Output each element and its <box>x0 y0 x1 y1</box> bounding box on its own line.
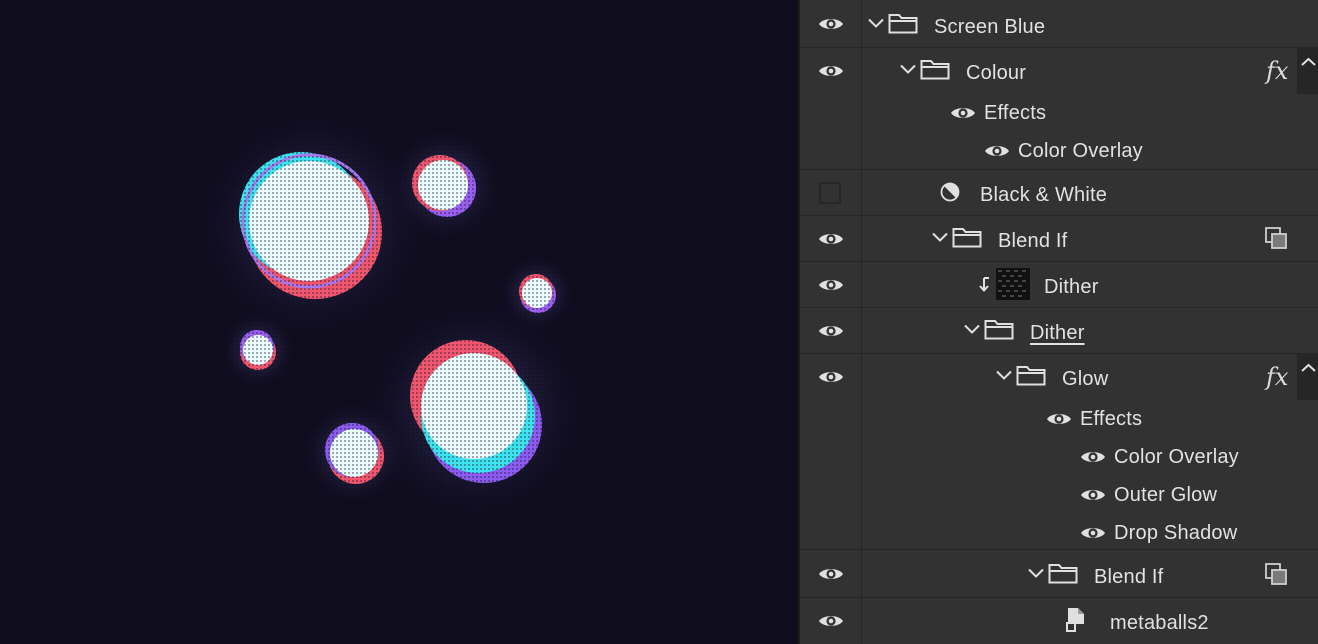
layer-name[interactable]: Dither <box>1044 275 1099 299</box>
layer-row-screen-blue[interactable]: Screen Blue <box>800 0 1318 48</box>
chevron-down-icon[interactable] <box>964 324 980 334</box>
folder-icon <box>920 58 950 80</box>
eye-icon[interactable] <box>950 105 976 121</box>
eye-icon[interactable] <box>818 16 844 32</box>
layer-row-glow[interactable]: Glow fx Effects Color Overlay Outer Glow… <box>800 354 1318 550</box>
eye-icon[interactable] <box>818 566 844 582</box>
eye-icon[interactable] <box>818 63 844 79</box>
eye-icon[interactable] <box>818 323 844 339</box>
layer-name[interactable]: Colour <box>966 61 1026 85</box>
eye-icon[interactable] <box>984 143 1010 159</box>
visibility-cell[interactable] <box>800 550 862 597</box>
metaballs-artwork <box>0 0 798 644</box>
layer-name[interactable]: metaballs2 <box>1110 611 1209 635</box>
layer-name[interactable]: Black & White <box>980 183 1107 207</box>
fx-icon[interactable]: fx <box>1266 57 1288 85</box>
layer-row-blend-if[interactable]: Blend If <box>800 216 1318 262</box>
visibility-cell[interactable] <box>800 308 862 353</box>
smart-object-icon <box>1066 608 1084 632</box>
effect-color-overlay[interactable]: Color Overlay <box>1114 445 1239 469</box>
eye-icon[interactable] <box>818 231 844 247</box>
effects-label[interactable]: Effects <box>984 101 1046 125</box>
document-canvas[interactable] <box>0 0 798 644</box>
layer-row-black-white[interactable]: Black & White <box>800 170 1318 216</box>
layer-name[interactable]: Blend If <box>1094 565 1163 589</box>
eye-icon[interactable] <box>1046 411 1072 427</box>
eye-icon[interactable] <box>818 277 844 293</box>
layer-row-blend-if-2[interactable]: Blend If <box>800 550 1318 598</box>
layers-panel: Screen Blue Colour fx Effects Color Over… <box>798 0 1318 644</box>
visibility-cell[interactable] <box>800 216 862 261</box>
eye-icon[interactable] <box>818 369 844 385</box>
visibility-cell[interactable] <box>800 262 862 307</box>
chevron-down-icon[interactable] <box>932 232 948 242</box>
fx-icon[interactable]: fx <box>1266 363 1288 391</box>
mask-icon[interactable] <box>1264 562 1288 586</box>
mask-icon[interactable] <box>1264 226 1288 250</box>
caret-up-icon[interactable] <box>1297 48 1318 94</box>
chevron-down-icon[interactable] <box>868 18 884 28</box>
chevron-down-icon[interactable] <box>996 370 1012 380</box>
layer-row-metaballs2[interactable]: metaballs2 <box>800 598 1318 644</box>
visibility-cell[interactable] <box>800 598 862 644</box>
eye-icon[interactable] <box>1080 449 1106 465</box>
eye-icon[interactable] <box>1080 525 1106 541</box>
effect-outer-glow[interactable]: Outer Glow <box>1114 483 1217 507</box>
visibility-toggle-off[interactable] <box>819 182 841 204</box>
visibility-cell[interactable] <box>800 0 862 47</box>
eye-icon[interactable] <box>818 613 844 629</box>
layer-row-dither-group[interactable]: Dither <box>800 308 1318 354</box>
chevron-down-icon[interactable] <box>900 64 916 74</box>
chevron-down-icon[interactable] <box>1028 568 1044 578</box>
folder-icon <box>1048 562 1078 584</box>
caret-up-icon[interactable] <box>1297 354 1318 400</box>
pattern-thumbnail-icon <box>996 268 1030 300</box>
effect-color-overlay[interactable]: Color Overlay <box>1018 139 1143 163</box>
layer-name[interactable]: Screen Blue <box>934 15 1045 39</box>
layer-row-colour[interactable]: Colour fx Effects Color Overlay <box>800 48 1318 170</box>
visibility-cell[interactable] <box>800 48 862 169</box>
eye-icon[interactable] <box>1080 487 1106 503</box>
visibility-cell[interactable] <box>800 170 862 215</box>
visibility-cell[interactable] <box>800 354 862 549</box>
layer-name-editing[interactable]: Dither <box>1030 321 1085 345</box>
clip-arrow-icon <box>979 277 989 293</box>
adjustment-half-circle-icon <box>940 182 960 202</box>
layer-row-dither-pattern[interactable]: Dither <box>800 262 1318 308</box>
layer-name[interactable]: Blend If <box>998 229 1067 253</box>
layer-name[interactable]: Glow <box>1062 367 1108 391</box>
folder-icon <box>984 318 1014 340</box>
folder-icon <box>888 12 918 34</box>
effect-drop-shadow[interactable]: Drop Shadow <box>1114 521 1237 545</box>
folder-icon <box>1016 364 1046 386</box>
folder-icon <box>952 226 982 248</box>
effects-label[interactable]: Effects <box>1080 407 1142 431</box>
